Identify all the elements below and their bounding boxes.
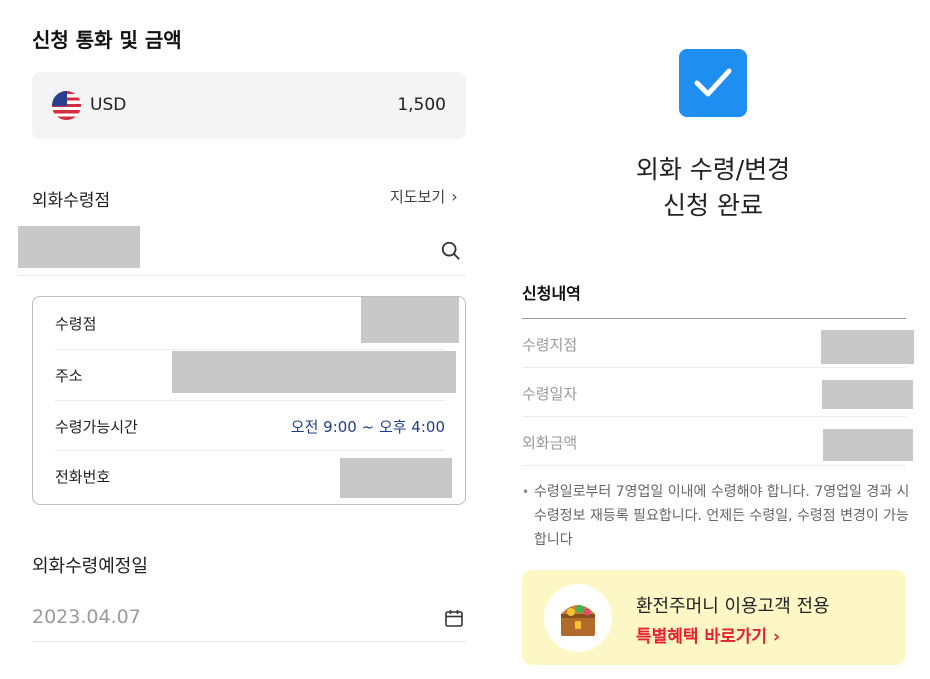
completion-title: 외화 수령/변경 신청 완료 [580,152,846,224]
info-row-hours: 수령가능시간 오전 9:00 ~ 오후 4:00 [55,400,445,450]
calendar-icon[interactable] [444,608,464,628]
info-label-hours: 수령가능시간 [55,418,138,436]
promo-link-label: 특별혜택 바로가기 [636,627,768,647]
branch-label: 외화수령점 [32,191,111,211]
pickup-date-value: 2023.04.07 [32,606,141,628]
promo-line1: 환전주머니 이용고객 전용 [636,596,830,617]
map-view-link[interactable]: 지도보기 › [390,186,458,207]
redacted-phone [340,458,452,498]
branch-search-field[interactable] [18,226,466,276]
history-title: 신청내역 [522,284,581,303]
redacted-history-branch [821,330,914,364]
pickup-date-label: 외화수령예정일 [32,556,148,577]
map-view-label: 지도보기 [390,188,446,206]
history-label-branch: 수령지점 [522,336,578,354]
bullet: • [522,485,530,499]
history-label-amount: 외화금액 [522,434,578,452]
treasure-chest-icon [544,584,612,652]
hours-value: 오전 9:00 ~ 오후 4:00 [290,418,445,436]
currency-code: USD [90,95,127,115]
info-label-address: 주소 [55,367,83,385]
history-row-date: 수령일자 [522,368,913,417]
currency-amount-box: USD 1,500 [32,72,466,139]
redacted-branch-name [18,226,140,268]
completion-title-line1: 외화 수령/변경 [635,155,791,184]
info-row-phone: 전화번호 [55,450,452,500]
pickup-notice-text: 수령일로부터 7영업일 이내에 수령해야 합니다. 7영업일 경과 시 수령정보… [534,484,910,548]
info-label-phone: 전화번호 [55,468,111,486]
redacted-branch [361,297,459,343]
promo-banner[interactable]: 환전주머니 이용고객 전용 특별혜택 바로가기 › [522,570,906,665]
section-title-currency: 신청 통화 및 금액 [32,28,182,52]
chevron-right-icon: › [772,627,780,647]
branch-info-card: 수령점 주소 수령가능시간 오전 9:00 ~ 오후 4:00 전화번호 [32,296,466,505]
info-row-address: 주소 [55,349,456,399]
pickup-date-field[interactable]: 2023.04.07 [32,596,466,642]
history-label-date: 수령일자 [522,385,578,403]
checkmark-icon [679,49,747,117]
info-label-branch: 수령점 [55,315,97,333]
history-row-branch: 수령지점 [522,319,914,368]
history-row-amount: 외화금액 [522,417,913,466]
currency-amount: 1,500 [397,95,446,115]
redacted-address [172,351,456,393]
promo-link[interactable]: 특별혜택 바로가기 › [636,622,780,647]
us-flag-icon [52,91,81,120]
search-icon[interactable] [440,240,462,262]
completion-title-line2: 신청 완료 [663,191,763,220]
info-row-branch: 수령점 [55,297,459,347]
redacted-history-amount [823,429,913,461]
redacted-history-date [822,380,913,409]
pickup-notice: • 수령일로부터 7영업일 이내에 수령해야 합니다. 7영업일 경과 시 수령… [522,480,912,552]
chevron-right-icon: › [451,187,458,206]
